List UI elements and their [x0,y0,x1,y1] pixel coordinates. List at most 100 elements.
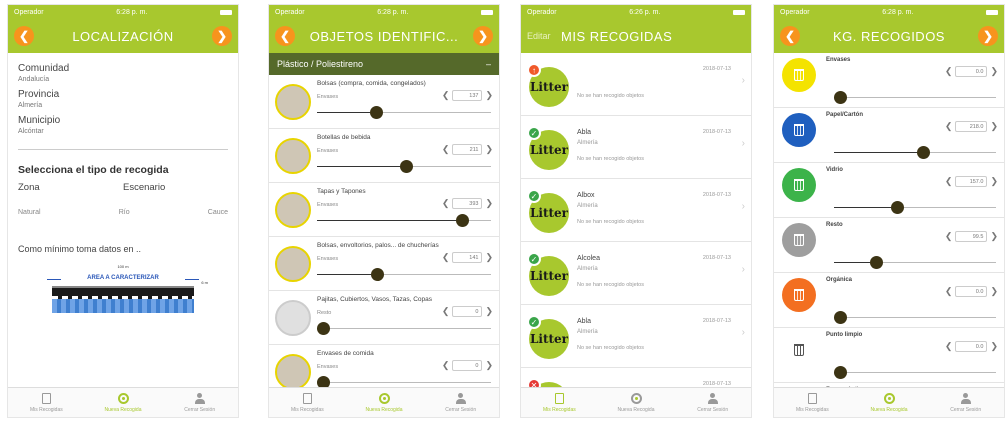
kg-value[interactable]: 99.5 [955,231,988,242]
slider-thumb[interactable] [891,201,905,214]
increment-button[interactable]: ❯ [485,252,493,263]
increment-button[interactable]: ❯ [990,341,998,352]
quantity-stepper[interactable]: ❮ 393 ❯ [442,198,493,209]
kg-value[interactable]: 0.0 [955,66,988,77]
tab-mis-recogidas[interactable]: Mis Recogidas [8,388,85,417]
decrement-button[interactable]: ❮ [945,231,953,242]
list-item[interactable]: Vidrio ❮ 157.0 ❯ [774,163,1004,218]
list-item[interactable]: Litter ✓ Abla Almería 2018-07-13 No se han re… [521,116,751,179]
increment-button[interactable]: ❯ [990,231,998,242]
increment-button[interactable]: ❯ [485,90,493,101]
quantity-value[interactable]: 137 [452,90,483,101]
decrement-button[interactable]: ❮ [442,252,450,263]
slider-track[interactable] [834,97,996,98]
tab-nueva-recogida[interactable]: Nueva Recogida [598,388,675,417]
quantity-stepper[interactable]: ❮ 141 ❯ [442,252,493,263]
kg-value[interactable]: 0.0 [955,341,988,352]
decrement-button[interactable]: ❮ [945,341,953,352]
field-value[interactable]: Almería [18,102,228,109]
list-item[interactable]: Bolsas, envoltorios, palos... de chucher… [269,237,499,291]
increment-button[interactable]: ❯ [990,286,998,297]
tab-cerrar-sesion[interactable]: Cerrar Sesión [161,388,238,417]
edit-button[interactable]: Editar [527,31,561,41]
decrement-button[interactable]: ❮ [945,66,953,77]
slider-track[interactable] [834,372,996,373]
quantity-value[interactable]: 0 [452,306,483,317]
next-button[interactable]: ❯ [473,26,493,46]
back-button[interactable]: ❮ [275,26,295,46]
tab-nueva-recogida[interactable]: Nueva Recogida [851,388,928,417]
list-item[interactable]: Litter ✓ Alcolea Almería 2018-07-13 No se han… [521,242,751,305]
increment-button[interactable]: ❯ [990,176,998,187]
quantity-stepper[interactable]: ❮ 0 ❯ [442,306,493,317]
next-button[interactable]: ❯ [978,26,998,46]
list-item[interactable]: Litter ✓ Abla Almería 2018-07-13 No se han re… [521,305,751,368]
increment-button[interactable]: ❯ [485,360,493,371]
slider-thumb[interactable] [834,311,847,324]
kg-stepper[interactable]: ❮0.0❯ [945,341,998,352]
decrement-button[interactable]: ❮ [945,176,953,187]
quantity-value[interactable]: 0 [452,360,483,371]
slider-track[interactable] [317,382,491,383]
decrement-button[interactable]: ❮ [442,144,450,155]
kg-stepper[interactable]: ❮ 218.0 ❯ [945,121,998,132]
slider-thumb[interactable] [369,106,383,119]
option-natural[interactable]: Natural [18,209,41,216]
slider-thumb[interactable] [400,160,414,173]
quantity-stepper[interactable]: ❮ 0 ❯ [442,360,493,371]
option-rio[interactable]: Río [119,209,130,216]
increment-button[interactable]: ❯ [990,66,998,77]
kg-value[interactable]: 218.0 [955,121,988,132]
increment-button[interactable]: ❯ [485,198,493,209]
increment-button[interactable]: ❯ [485,144,493,155]
slider-thumb[interactable] [371,268,385,281]
list-item[interactable]: Pajitas, Cubiertos, Vasos, Tazas, Copas R… [269,291,499,345]
tab-mis-recogidas[interactable]: Mis Recogidas [774,388,851,417]
option-cauce[interactable]: Cauce [208,209,228,216]
increment-button[interactable]: ❯ [485,306,493,317]
back-button[interactable]: ❮ [14,26,34,46]
list-item[interactable]: Botellas de bebida Envases ❮ 211 ❯ [269,129,499,183]
quantity-stepper[interactable]: ❮ 137 ❯ [442,90,493,101]
decrement-button[interactable]: ❮ [442,198,450,209]
next-button[interactable]: ❯ [212,26,232,46]
tab-cerrar-sesion[interactable]: Cerrar Sesión [927,388,1004,417]
decrement-button[interactable]: ❮ [945,121,953,132]
slider-thumb[interactable] [917,146,931,159]
category-header[interactable]: Plástico / Poliestireno – [269,53,499,75]
slider-track[interactable] [317,328,491,329]
decrement-button[interactable]: ❮ [442,306,450,317]
tab-cerrar-sesion[interactable]: Cerrar Sesión [674,388,751,417]
kg-stepper[interactable]: ❮ 157.0 ❯ [945,176,998,187]
kg-stepper[interactable]: ❮0.0❯ [945,286,998,297]
tab-mis-recogidas[interactable]: Mis Recogidas [521,388,598,417]
slider-thumb[interactable] [317,322,330,335]
list-item[interactable]: Orgánica ❮ 0.0 ❯ [774,273,1004,328]
slider-thumb[interactable] [455,214,469,227]
list-item[interactable]: Envases ❮ 0.0 ❯ [774,53,1004,108]
list-item[interactable]: Punto limpio ❮ 0.0 ❯ [774,328,1004,383]
kg-value[interactable]: 157.0 [955,176,988,187]
slider-thumb[interactable] [834,91,847,104]
list-item[interactable]: Tapas y Tapones Envases ❮ 393 ❯ [269,183,499,237]
kg-stepper[interactable]: ❮0.0❯ [945,66,998,77]
quantity-stepper[interactable]: ❮ 211 ❯ [442,144,493,155]
slider-track[interactable] [834,317,996,318]
list-item[interactable]: Bolsas (compra, comida, congelados) Envas… [269,75,499,129]
back-button[interactable]: ❮ [780,26,800,46]
list-item[interactable]: Resto ❮ 99.5 ❯ [774,218,1004,273]
field-value[interactable]: Alcóntar [18,128,228,135]
slider-thumb[interactable] [870,256,884,269]
list-item[interactable]: Litter ↑ 2018-07-13 No se han recogido obje… [521,53,751,116]
decrement-button[interactable]: ❮ [945,286,953,297]
list-item[interactable]: Papel/Cartón ❮ 218.0 ❯ [774,108,1004,163]
tab-mis-recogidas[interactable]: Mis Recogidas [269,388,346,417]
slider-thumb[interactable] [834,366,847,379]
quantity-value[interactable]: 141 [452,252,483,263]
quantity-value[interactable]: 211 [452,144,483,155]
decrement-button[interactable]: ❮ [442,360,450,371]
tab-nueva-recogida[interactable]: Nueva Recogida [85,388,162,417]
decrement-button[interactable]: ❮ [442,90,450,101]
tab-nueva-recogida[interactable]: Nueva Recogida [346,388,423,417]
list-item[interactable]: Litter ✓ Albox Almería 2018-07-13 No se han r… [521,179,751,242]
